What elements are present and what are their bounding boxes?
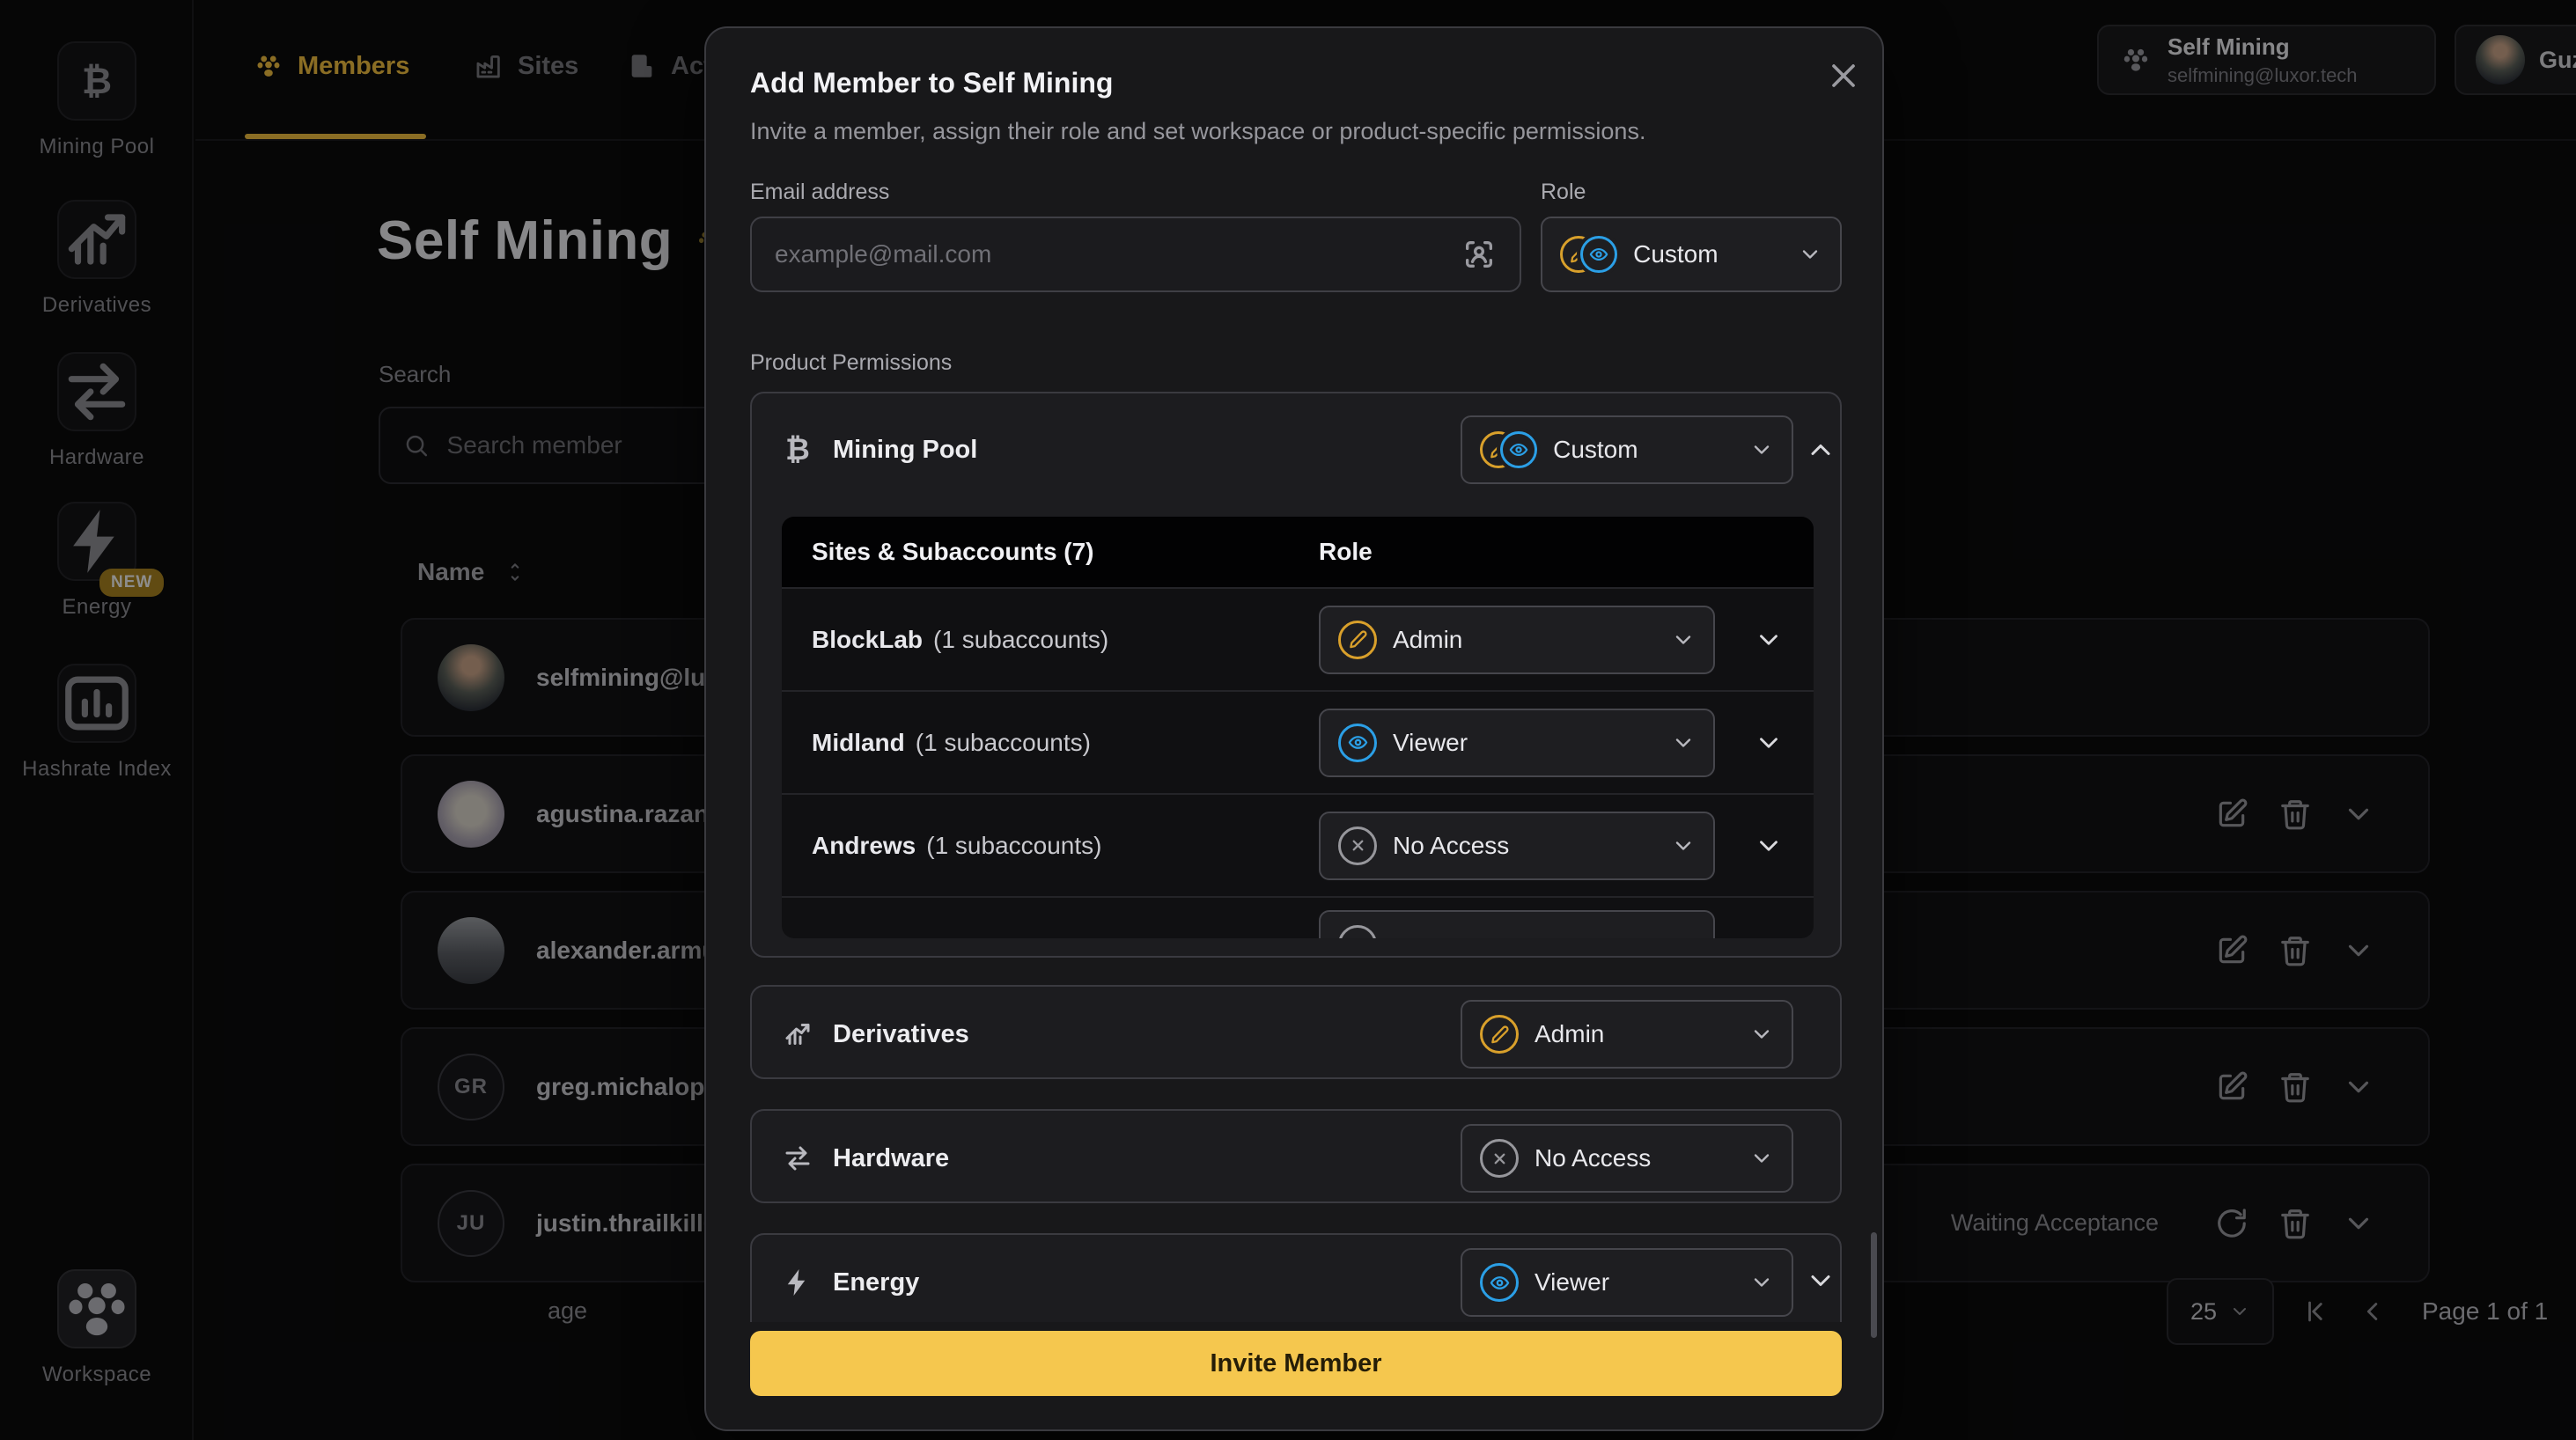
product-name: Derivatives [833,1020,969,1049]
derivatives-chart-icon [782,1018,813,1050]
product-header: Energy [782,1260,919,1305]
subaccount-role-select[interactable]: No Access [1319,812,1715,880]
product-header: Hardware [782,1135,949,1181]
subaccounts-table-header: Sites & Subaccounts (7) Role [782,517,1814,587]
subaccount-name: Andrews(1 subaccounts) [812,832,1319,860]
permissions-scroll-area: ₿ Mining Pool Custom Sites & Subaccounts… [750,378,1842,1322]
subaccounts-table: Sites & Subaccounts (7) Role BlockLab(1 … [782,517,1814,938]
product-role-select[interactable]: Viewer [1461,1248,1793,1317]
subaccount-role-select[interactable] [1319,910,1715,938]
scan-user-icon[interactable] [1461,237,1497,272]
product-role-select[interactable]: No Access [1461,1124,1793,1193]
custom-role-icon [1500,431,1537,468]
bitcoin-icon: ₿ [782,434,813,466]
noaccess-role-icon [1338,827,1377,865]
subaccount-row-partial [782,896,1814,938]
app-root: ₿ Mining Pool Derivatives Hardware NEW E… [0,0,2576,1440]
product-name: Energy [833,1268,919,1297]
product-role-value: Custom [1553,436,1733,464]
product-card-mining-pool: ₿ Mining Pool Custom Sites & Subaccounts… [750,392,1842,958]
chevron-down-icon[interactable] [1754,625,1784,655]
role-column-header: Role [1319,538,1373,566]
chevron-down-icon [1671,834,1696,858]
subaccount-name: BlockLab(1 subaccounts) [812,626,1319,654]
product-name: Hardware [833,1144,949,1173]
subaccount-row: Andrews(1 subaccounts) No Access [782,793,1814,896]
product-permissions-label: Product Permissions [750,350,952,376]
chevron-down-icon [1749,1270,1774,1295]
role-select-value: Custom [1633,240,1782,268]
chevron-down-icon[interactable] [1754,728,1784,758]
noaccess-role-icon [1338,925,1377,938]
product-card-derivatives: Derivatives Admin [750,985,1842,1079]
subaccount-row: BlockLab(1 subaccounts) Admin [782,587,1814,690]
close-icon[interactable] [1824,56,1863,95]
email-field [750,217,1521,292]
product-card-hardware: Hardware No Access [750,1109,1842,1203]
role-select[interactable]: Custom [1541,217,1842,292]
chevron-down-icon [1671,731,1696,755]
email-input[interactable] [775,240,1461,268]
viewer-role-icon [1338,724,1377,762]
email-label: Email address [750,180,889,205]
energy-bolt-icon [782,1267,813,1298]
custom-role-icon [1580,236,1617,273]
sites-subaccounts-header: Sites & Subaccounts (7) [812,538,1319,566]
modal-scrollbar[interactable] [1871,1232,1877,1338]
product-role-select[interactable]: Admin [1461,1000,1793,1069]
subaccount-role-select[interactable]: Admin [1319,606,1715,674]
chevron-down-icon [1749,437,1774,462]
modal-subtitle: Invite a member, assign their role and s… [750,118,1645,145]
chevron-down-icon [1749,1022,1774,1047]
hardware-arrows-icon [782,1142,813,1174]
subaccount-role-select[interactable]: Viewer [1319,709,1715,777]
subaccount-name: Midland(1 subaccounts) [812,729,1319,757]
chevron-down-icon[interactable] [1754,831,1784,861]
chevron-down-icon [1671,628,1696,652]
product-role-value: No Access [1535,1144,1733,1172]
product-card-energy: Energy Viewer [750,1233,1842,1322]
product-header: Derivatives [782,1011,969,1057]
invite-member-button[interactable]: Invite Member [750,1331,1842,1396]
modal-title: Add Member to Self Mining [750,67,1113,99]
admin-role-icon [1480,1015,1519,1054]
subaccount-role-value: Admin [1393,626,1655,654]
noaccess-role-icon [1480,1139,1519,1178]
product-role-select[interactable]: Custom [1461,415,1793,484]
custom-role-icon [1560,236,1617,273]
subaccount-row: Midland(1 subaccounts) Viewer [782,690,1814,793]
product-name: Mining Pool [833,436,977,465]
chevron-up-icon[interactable] [1805,434,1836,466]
viewer-role-icon [1480,1263,1519,1302]
product-role-value: Viewer [1535,1268,1733,1297]
custom-role-icon [1480,431,1537,468]
product-role-value: Admin [1535,1020,1733,1048]
chevron-down-icon[interactable] [1805,1265,1836,1297]
admin-role-icon [1338,621,1377,659]
subaccount-role-value: No Access [1393,832,1655,860]
role-label: Role [1541,180,1586,205]
subaccount-role-value: Viewer [1393,729,1655,757]
chevron-down-icon [1798,242,1822,267]
product-header: ₿ Mining Pool [782,427,977,473]
chevron-down-icon [1749,1146,1774,1171]
add-member-modal: Add Member to Self Mining Invite a membe… [704,26,1884,1431]
